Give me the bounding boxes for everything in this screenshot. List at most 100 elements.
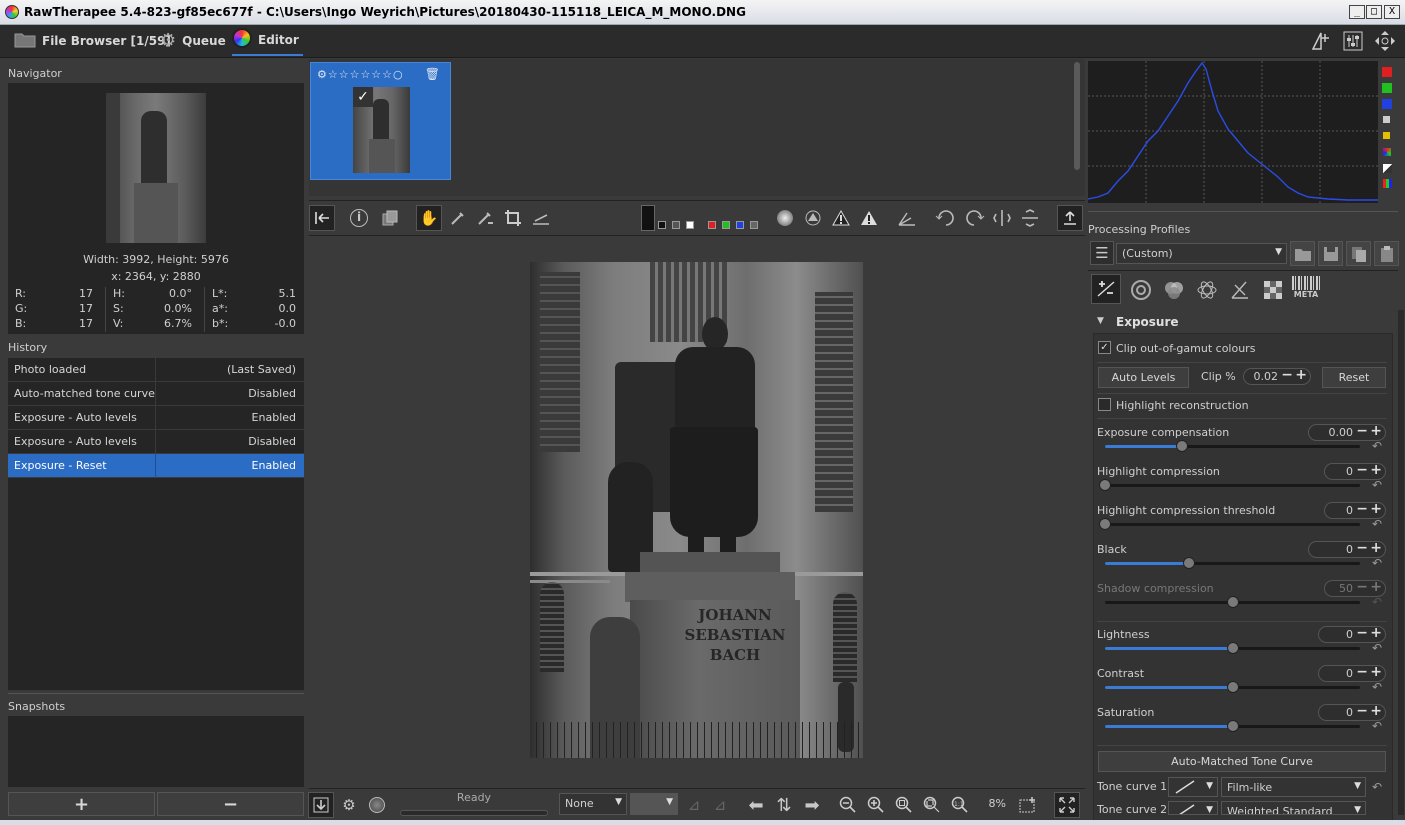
- sliders-panel-icon[interactable]: [1340, 28, 1366, 54]
- rgb-bar-toggle[interactable]: [1383, 148, 1391, 156]
- slider-knob[interactable]: [1183, 557, 1195, 569]
- tool-tab-metadata[interactable]: META: [1292, 276, 1320, 302]
- minus-icon[interactable]: −: [1356, 664, 1368, 680]
- hand-tool-icon[interactable]: ✋: [416, 205, 442, 231]
- plus-icon[interactable]: +: [1370, 579, 1382, 595]
- fullscreen-icon[interactable]: [1054, 792, 1080, 818]
- previous-image-icon[interactable]: ⬅: [744, 793, 768, 817]
- slider-knob[interactable]: [1099, 518, 1111, 530]
- slider-knob[interactable]: [1227, 642, 1239, 654]
- minus-icon[interactable]: −: [1356, 462, 1368, 478]
- zoom-in-icon[interactable]: [864, 793, 888, 817]
- minus-icon[interactable]: −: [1356, 423, 1368, 439]
- save-profile-icon[interactable]: [1318, 241, 1343, 266]
- before-after-icon[interactable]: [378, 206, 402, 230]
- flip-vertical-icon[interactable]: [1018, 206, 1042, 230]
- tool-tab-detail[interactable]: [1127, 276, 1155, 304]
- bg-grey-swatch[interactable]: [672, 221, 680, 229]
- slider-knob[interactable]: [1227, 596, 1239, 608]
- checkmark-icon[interactable]: ✓: [353, 87, 373, 107]
- plus-icon[interactable]: +: [1370, 703, 1382, 719]
- white-balance-picker-icon[interactable]: [446, 206, 470, 230]
- tool-tab-advanced[interactable]: [1193, 276, 1221, 304]
- send-to-external-editor-icon[interactable]: [365, 793, 389, 817]
- minus-icon[interactable]: −: [1281, 367, 1293, 383]
- reset-slider-icon[interactable]: ↶: [1372, 478, 1382, 492]
- navigator-thumbnail[interactable]: [106, 93, 206, 243]
- load-profile-icon[interactable]: [1290, 241, 1315, 266]
- trash-icon[interactable]: 🗑: [425, 67, 440, 81]
- tone-curve-1-mode-select[interactable]: Film-like ▼: [1221, 777, 1366, 797]
- reset-slider-icon[interactable]: ↶: [1372, 556, 1382, 570]
- tab-queue[interactable]: ⚙ Queue: [160, 25, 226, 56]
- minus-icon[interactable]: −: [1356, 703, 1368, 719]
- paste-profile-icon[interactable]: [1374, 241, 1399, 266]
- reset-button[interactable]: Reset: [1322, 367, 1386, 388]
- reset-slider-icon[interactable]: ↶: [1372, 719, 1382, 733]
- auto-matched-tone-curve-button[interactable]: Auto-Matched Tone Curve: [1098, 751, 1386, 772]
- plus-icon[interactable]: +: [1370, 501, 1382, 517]
- slider-track[interactable]: [1105, 681, 1360, 693]
- slider-track[interactable]: [1105, 596, 1360, 608]
- thumbnail-rating[interactable]: ⚙☆☆☆☆☆☆○: [317, 68, 404, 81]
- focus-mask-icon[interactable]: [773, 206, 797, 230]
- tool-tab-raw[interactable]: [1259, 276, 1287, 304]
- reset-curve-icon[interactable]: ↶: [1372, 780, 1382, 794]
- plus-icon[interactable]: +: [1370, 462, 1382, 478]
- chroma-toggle[interactable]: [1383, 132, 1390, 139]
- history-row[interactable]: Exposure - Auto levels Disabled: [8, 430, 304, 454]
- history-row[interactable]: Photo loaded (Last Saved): [8, 358, 304, 382]
- close-button[interactable]: X: [1384, 5, 1400, 19]
- history-row[interactable]: Exposure - Auto levels Enabled: [8, 406, 304, 430]
- slider-track[interactable]: [1105, 440, 1360, 452]
- slider-track[interactable]: [1105, 557, 1360, 569]
- reset-slider-icon[interactable]: ↶: [1372, 439, 1382, 453]
- remove-snapshot-button[interactable]: −: [157, 792, 304, 816]
- queue-image-icon[interactable]: ⚙: [337, 793, 361, 817]
- reset-slider-icon[interactable]: ↶: [1372, 595, 1382, 609]
- save-image-icon[interactable]: [308, 792, 334, 818]
- plus-icon[interactable]: +: [1295, 367, 1307, 383]
- highlight-reconstruction-checkbox[interactable]: [1098, 398, 1111, 411]
- plus-icon[interactable]: +: [1370, 664, 1382, 680]
- histogram[interactable]: [1087, 61, 1378, 203]
- slider-knob[interactable]: [1227, 681, 1239, 693]
- fullscreen-arrows-icon[interactable]: [1372, 28, 1398, 54]
- history-row[interactable]: Auto-matched tone curve Disabled: [8, 382, 304, 406]
- rotate-right-icon[interactable]: [962, 206, 986, 230]
- bg-black-swatch[interactable]: [658, 221, 666, 229]
- auto-levels-button[interactable]: Auto Levels: [1098, 367, 1189, 388]
- slider-knob[interactable]: [1227, 720, 1239, 732]
- tab-editor[interactable]: Editor: [232, 25, 303, 56]
- clip-percent-spinner[interactable]: 0.02 − +: [1243, 367, 1311, 385]
- next-image-icon[interactable]: ➡: [800, 793, 824, 817]
- luminance-channel-swatch[interactable]: [750, 221, 758, 229]
- tab-file-browser[interactable]: File Browser [1/59]: [14, 25, 171, 56]
- bg-white-swatch[interactable]: [686, 221, 694, 229]
- vectorscope-icon[interactable]: [895, 206, 919, 230]
- tool-tab-exposure[interactable]: [1091, 274, 1121, 304]
- send-to-editor-icon[interactable]: [1308, 28, 1334, 54]
- slider-knob[interactable]: [1176, 440, 1188, 452]
- color-picker-icon[interactable]: [473, 206, 497, 230]
- exposure-section-title[interactable]: Exposure: [1116, 315, 1179, 329]
- minus-icon[interactable]: −: [1356, 540, 1368, 556]
- slider-track[interactable]: [1105, 642, 1360, 654]
- slider-track[interactable]: [1099, 518, 1360, 530]
- tool-tab-color[interactable]: [1160, 276, 1188, 304]
- info-icon[interactable]: i: [347, 206, 371, 230]
- plus-icon[interactable]: +: [1370, 423, 1382, 439]
- reset-slider-icon[interactable]: ↶: [1372, 517, 1382, 531]
- red-channel-toggle[interactable]: [1382, 67, 1392, 77]
- tone-curve-2-shape-select[interactable]: ▼: [1168, 801, 1218, 815]
- tone-curve-2-mode-select[interactable]: Weighted Standard ▼: [1221, 801, 1366, 815]
- filmstrip-thumbnail[interactable]: ⚙☆☆☆☆☆☆○ 🗑 ✓: [310, 62, 451, 180]
- perspective-alt-icon[interactable]: ⊿: [708, 793, 732, 817]
- plus-icon[interactable]: +: [1370, 625, 1382, 641]
- red-channel-swatch[interactable]: [708, 221, 716, 229]
- flip-horizontal-icon[interactable]: [990, 206, 1014, 230]
- straighten-icon[interactable]: [529, 206, 553, 230]
- history-row-selected[interactable]: Exposure - Reset Enabled: [8, 454, 304, 478]
- green-channel-swatch[interactable]: [722, 221, 730, 229]
- reset-slider-icon[interactable]: ↶: [1372, 680, 1382, 694]
